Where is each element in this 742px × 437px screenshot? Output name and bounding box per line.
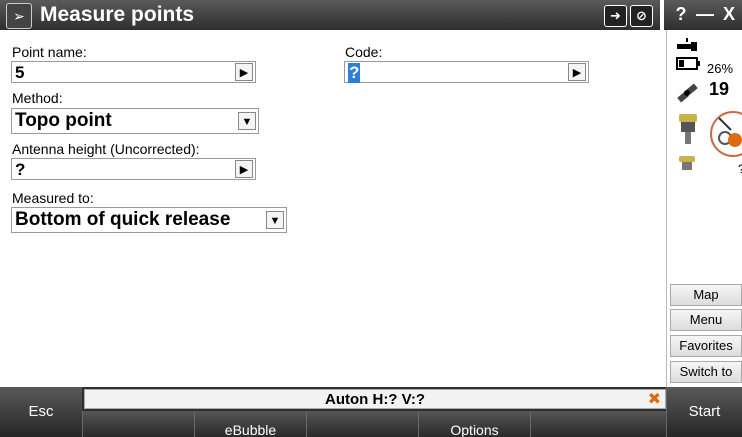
antenna-height-value: ? <box>15 160 26 179</box>
menu-button[interactable]: Menu <box>670 309 742 331</box>
method-chevron-down-icon[interactable]: ▼ <box>238 112 256 130</box>
code-arrow-icon[interactable]: ▶ <box>568 63 586 81</box>
close-button[interactable]: X <box>718 3 740 25</box>
measured-to-value: Bottom of quick release <box>15 209 231 230</box>
battery-icon <box>676 57 700 70</box>
start-button[interactable]: Start <box>666 387 742 437</box>
method-value: Topo point <box>15 110 112 131</box>
warning-x-icon[interactable]: ✖ <box>648 389 661 409</box>
antenna-height-arrow-icon[interactable]: ▶ <box>235 160 253 178</box>
position-status-bar: Auton H:? V:? ✖ <box>84 389 666 409</box>
switch-to-button[interactable]: Switch to <box>670 361 742 383</box>
radio-status: ? <box>738 162 742 176</box>
options-button[interactable]: Options <box>418 411 530 437</box>
radio-receiver-icon <box>679 156 695 170</box>
position-status-text: Auton H:? V:? <box>325 391 425 408</box>
antenna-height-label: Antenna height (Uncorrected): <box>12 141 200 157</box>
measured-to-dropdown[interactable]: Bottom of quick release ▼ <box>11 207 287 233</box>
gnss-receiver-icon <box>679 114 697 144</box>
favorites-button[interactable]: Favorites <box>670 335 742 357</box>
point-name-field[interactable]: 5 ▶ <box>11 61 256 83</box>
satellite-icon <box>677 83 698 103</box>
softkey-3 <box>306 411 418 437</box>
method-dropdown[interactable]: Topo point ▼ <box>11 108 259 134</box>
antenna-height-field[interactable]: ? ▶ <box>11 158 256 180</box>
point-name-label: Point name: <box>12 44 87 60</box>
title-bar: ➢ Measure points ➜ ⊘ ? — X <box>0 0 742 30</box>
code-value: ? <box>348 63 361 83</box>
minimize-button[interactable]: — <box>694 3 716 25</box>
esc-button[interactable]: Esc <box>0 387 82 437</box>
softkey-5 <box>530 411 666 437</box>
measure-form: Point name: 5 ▶ Code: ? ▶ Method: Topo p… <box>0 30 666 387</box>
ebubble-button[interactable]: eBubble <box>194 411 306 437</box>
measured-to-label: Measured to: <box>12 190 94 206</box>
method-label: Method: <box>12 90 63 106</box>
point-name-value: 5 <box>15 63 25 82</box>
forward-icon[interactable]: ➜ <box>604 5 627 27</box>
page-title: Measure points <box>40 3 195 26</box>
status-panel: 26% 19 ? <box>666 30 742 387</box>
titlebar-divider <box>660 0 664 30</box>
no-entry-icon[interactable]: ⊘ <box>630 5 653 27</box>
power-plug-icon <box>677 38 697 51</box>
tilt-warning-icon <box>710 111 742 157</box>
help-button[interactable]: ? <box>670 3 692 25</box>
measure-points-icon[interactable]: ➢ <box>6 3 32 29</box>
battery-level: 26% <box>707 61 734 76</box>
code-field[interactable]: ? ▶ <box>344 61 589 83</box>
code-label: Code: <box>345 44 383 60</box>
satellite-count: 19 <box>709 79 730 99</box>
point-name-arrow-icon[interactable]: ▶ <box>235 63 253 81</box>
measured-to-chevron-down-icon[interactable]: ▼ <box>266 211 284 229</box>
softkey-1 <box>82 411 194 437</box>
map-button[interactable]: Map <box>670 284 742 306</box>
